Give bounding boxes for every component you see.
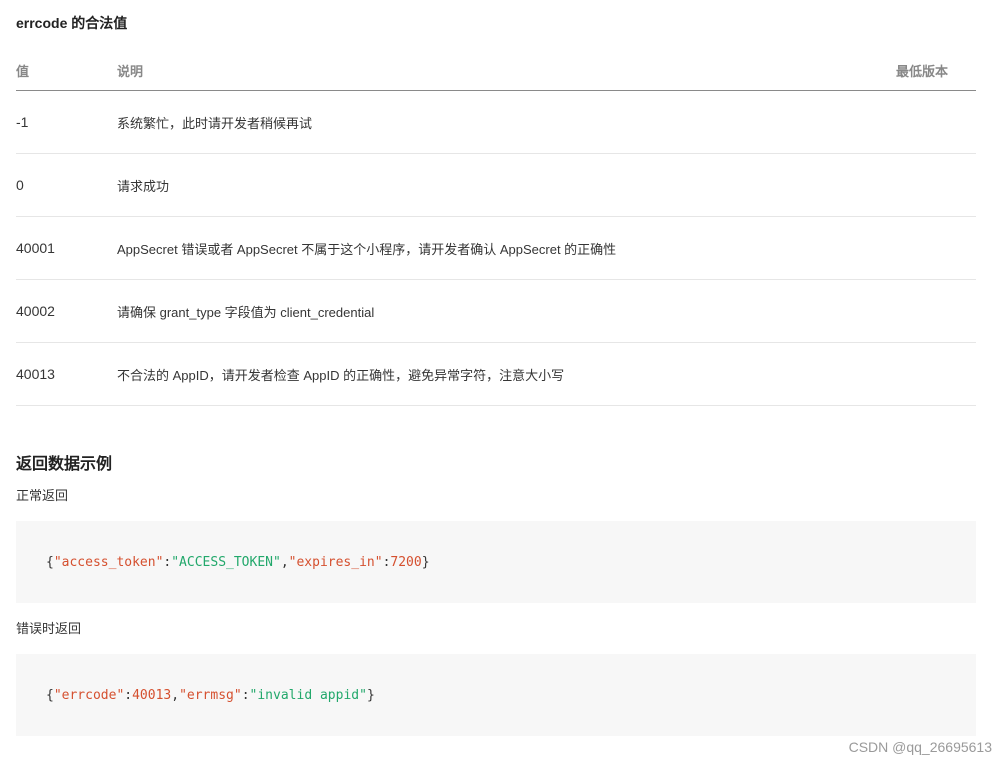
table-row: 0 请求成功 [16,153,976,217]
errcode-table: 值 说明 最低版本 -1 系统繁忙，此时请开发者稍候再试 0 请求成功 4000… [16,50,976,406]
row-description: 系统繁忙，此时请开发者稍候再试 [117,90,896,154]
row-value: 40001 [16,216,117,280]
code-colon: : [241,687,250,703]
code-json-key: "errcode" [53,687,125,703]
row-description: 不合法的 AppID，请开发者检查 AppID 的正确性，避免异常字符，注意大小… [117,342,896,406]
code-json-key: "expires_in" [288,554,383,570]
code-json-string: "ACCESS_TOKEN" [171,554,281,570]
row-version [896,216,976,280]
table-row: 40001 AppSecret 错误或者 AppSecret 不属于这个小程序，… [16,216,976,280]
example-section-title: 返回数据示例 [16,456,113,473]
code-brace-open: { [46,554,54,570]
code-colon: : [124,687,133,703]
table-header-row: 值 说明 最低版本 [16,50,976,91]
code-brace-close: } [421,554,430,570]
code-colon: : [163,554,172,570]
code-json-key: "access_token" [53,554,164,570]
normal-return-label: 正常返回 [16,488,69,503]
row-value: 40013 [16,342,117,406]
row-version [896,279,976,343]
row-description: AppSecret 错误或者 AppSecret 不属于这个小程序，请开发者确认… [117,216,896,280]
code-json-string: "invalid appid" [249,687,367,703]
row-value: 0 [16,153,117,217]
row-value: -1 [16,90,117,154]
error-return-code-block: {"errcode":40013, "errmsg": "invalid appid… [16,654,976,736]
normal-return-code-block: {"access_token": "ACCESS_TOKEN", "expires_… [16,521,976,603]
error-return-label: 错误时返回 [16,621,82,636]
row-version [896,153,976,217]
header-min-version: 最低版本 [896,50,976,91]
code-brace-close: } [366,687,375,703]
row-version [896,90,976,154]
code-colon: : [382,554,391,570]
code-json-number: 40013 [132,687,172,703]
code-comma: , [280,554,289,570]
row-version [896,342,976,406]
csdn-watermark: CSDN @qq_26695613 [848,739,992,755]
code-json-number: 7200 [390,554,422,570]
header-value: 值 [16,50,117,91]
header-description: 说明 [117,50,896,91]
code-json-key: "errmsg" [179,687,242,703]
table-row: -1 系统繁忙，此时请开发者稍候再试 [16,90,976,154]
table-row: 40002 请确保 grant_type 字段值为 client_credent… [16,279,976,343]
errcode-section-title: errcode 的合法值 [16,15,128,31]
row-description: 请求成功 [117,153,896,217]
table-row: 40013 不合法的 AppID，请开发者检查 AppID 的正确性，避免异常字… [16,342,976,406]
code-comma: , [171,687,180,703]
code-brace-open: { [46,687,54,703]
row-description: 请确保 grant_type 字段值为 client_credential [117,279,896,343]
row-value: 40002 [16,279,117,343]
